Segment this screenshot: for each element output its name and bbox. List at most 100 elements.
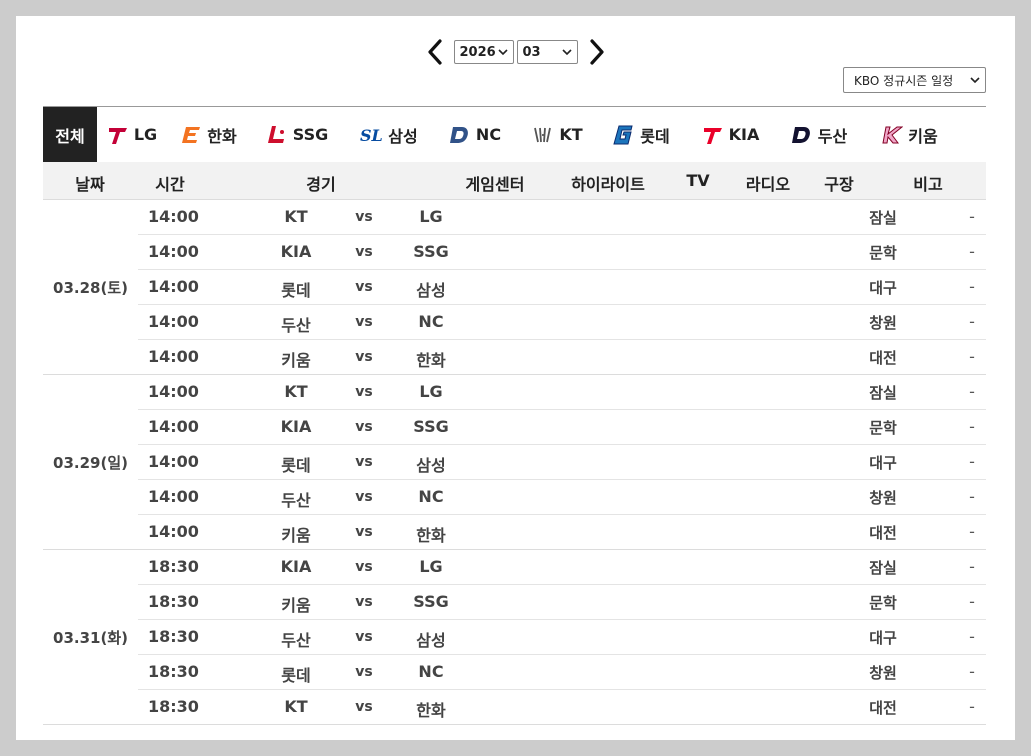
table-row: 14:00 KIA vs SSG 문학 - xyxy=(138,235,986,270)
stadium: 창원 xyxy=(869,314,897,332)
team-tab-label: 두산 xyxy=(817,126,848,146)
table-body: 03.28(토) 14:00 KT vs LG 잠실 -14:00 KIA vs SSG 문학 -14… xyxy=(43,200,986,725)
note: - xyxy=(969,697,975,716)
away-team: KT xyxy=(284,382,308,401)
team-tab-label: 롯데 xyxy=(640,126,670,146)
team-logo-icon xyxy=(107,124,129,146)
league-select[interactable]: KBO 정규시즌 일정 xyxy=(843,67,986,93)
table-row: 14:00 KIA vs SSG 문학 - xyxy=(138,410,986,445)
vs-label: vs xyxy=(355,664,373,680)
game-time: 18:30 xyxy=(148,557,199,576)
date-group: 03.31(화) 18:30 KIA vs LG 잠실 -18:30 키움 vs SSG 문학 -18… xyxy=(43,550,986,725)
date-cell: 03.31(화) xyxy=(53,628,128,647)
team-tab-label: SSG xyxy=(292,125,329,144)
away-team: KT xyxy=(284,207,308,226)
home-team: NC xyxy=(418,312,444,331)
team-tab-label: 키움 xyxy=(908,126,938,146)
table-row: 14:00 키움 vs 한화 대전 - xyxy=(138,340,986,374)
away-team: KIA xyxy=(280,242,312,261)
team-tab[interactable]: 한화 xyxy=(167,107,250,162)
away-team: 키움 xyxy=(281,596,311,615)
team-tab[interactable]: KIA xyxy=(683,107,778,162)
table-row: 18:30 KIA vs LG 잠실 - xyxy=(138,550,986,585)
note: - xyxy=(969,207,975,226)
team-tab[interactable]: SSG xyxy=(250,107,344,162)
game-time: 14:00 xyxy=(148,312,199,331)
home-team: SSG xyxy=(413,417,449,436)
month-navigator: 2026 03 xyxy=(16,36,1015,68)
game-time: 18:30 xyxy=(148,662,199,681)
home-team: LG xyxy=(419,207,443,226)
date-group: 03.29(일) 14:00 KT vs LG 잠실 -14:00 KIA vs SSG 문학 -14… xyxy=(43,375,986,550)
note: - xyxy=(969,452,975,471)
table-row: 18:30 KT vs 한화 대전 - xyxy=(138,690,986,724)
stadium: 대구 xyxy=(869,279,897,297)
game-time: 18:30 xyxy=(148,627,199,646)
vs-label: vs xyxy=(355,384,373,400)
team-tab-label: 전체 xyxy=(55,126,85,146)
svg-text:SL: SL xyxy=(360,126,383,145)
team-tab[interactable]: 키움 xyxy=(860,107,959,162)
team-tab-label: KIA xyxy=(728,125,760,144)
note: - xyxy=(969,522,975,541)
game-time: 14:00 xyxy=(148,347,199,366)
team-tab[interactable]: SL 삼성 xyxy=(344,107,433,162)
team-tab[interactable]: KT xyxy=(517,107,598,162)
home-team: 한화 xyxy=(416,351,446,370)
table-row: 18:30 롯데 vs NC 창원 - xyxy=(138,655,986,690)
header-note: 비고 xyxy=(913,175,943,194)
game-time: 14:00 xyxy=(148,207,199,226)
prev-month-button[interactable] xyxy=(422,36,448,68)
team-filter-bar: 전체 LG 한화 SSG SL 삼성 NC KT 롯데 KIA 두산 키움 xyxy=(43,106,986,162)
table-header: 날짜 시간 경기 게임센터 하이라이트 TV 라디오 구장 비고 xyxy=(43,162,986,200)
note: - xyxy=(969,592,975,611)
year-select[interactable]: 2026 xyxy=(453,40,514,64)
away-team: 두산 xyxy=(281,491,311,510)
team-tab[interactable]: 롯데 xyxy=(598,107,683,162)
home-team: 삼성 xyxy=(416,631,446,650)
away-team: 롯데 xyxy=(281,281,311,300)
game-time: 14:00 xyxy=(148,487,199,506)
team-tab[interactable]: NC xyxy=(433,107,517,162)
table-row: 14:00 키움 vs 한화 대전 - xyxy=(138,515,986,549)
vs-label: vs xyxy=(355,699,373,715)
table-row: 14:00 두산 vs NC 창원 - xyxy=(138,305,986,340)
game-time: 14:00 xyxy=(148,277,199,296)
stadium: 잠실 xyxy=(869,384,897,402)
team-tab-label: NC xyxy=(475,125,502,144)
table-row: 14:00 KT vs LG 잠실 - xyxy=(138,200,986,235)
team-logo-icon xyxy=(611,123,635,147)
team-logo-icon: SL xyxy=(359,124,383,146)
team-logo-icon xyxy=(180,124,202,146)
stadium: 대전 xyxy=(869,524,897,542)
team-tab[interactable]: 두산 xyxy=(778,107,860,162)
date-group: 03.28(토) 14:00 KT vs LG 잠실 -14:00 KIA vs SSG 문학 -14… xyxy=(43,200,986,375)
home-team: 삼성 xyxy=(416,456,446,475)
note: - xyxy=(969,627,975,646)
team-tab-all[interactable]: 전체 xyxy=(43,107,97,162)
table-row: 14:00 KT vs LG 잠실 - xyxy=(138,375,986,410)
note: - xyxy=(969,242,975,261)
vs-label: vs xyxy=(355,279,373,295)
game-time: 14:00 xyxy=(148,417,199,436)
note: - xyxy=(969,277,975,296)
home-team: SSG xyxy=(413,592,449,611)
next-month-button[interactable] xyxy=(584,36,610,68)
home-team: 한화 xyxy=(416,526,446,545)
month-value: 03 xyxy=(522,44,541,60)
away-team: KT xyxy=(284,697,308,716)
stadium: 잠실 xyxy=(869,559,897,577)
month-select[interactable]: 03 xyxy=(516,40,578,64)
team-logo-icon xyxy=(702,124,724,146)
table-row: 18:30 키움 vs SSG 문학 - xyxy=(138,585,986,620)
stadium: 대전 xyxy=(869,699,897,717)
team-tab-label: 삼성 xyxy=(388,126,418,146)
vs-label: vs xyxy=(355,629,373,645)
date-cell: 03.29(일) xyxy=(53,453,128,472)
vs-label: vs xyxy=(355,209,373,225)
stadium: 문학 xyxy=(869,419,897,437)
team-tab[interactable]: LG xyxy=(97,107,167,162)
table-row: 14:00 롯데 vs 삼성 대구 - xyxy=(138,445,986,480)
team-tab-label: LG xyxy=(133,125,158,144)
away-team: KIA xyxy=(280,557,312,576)
